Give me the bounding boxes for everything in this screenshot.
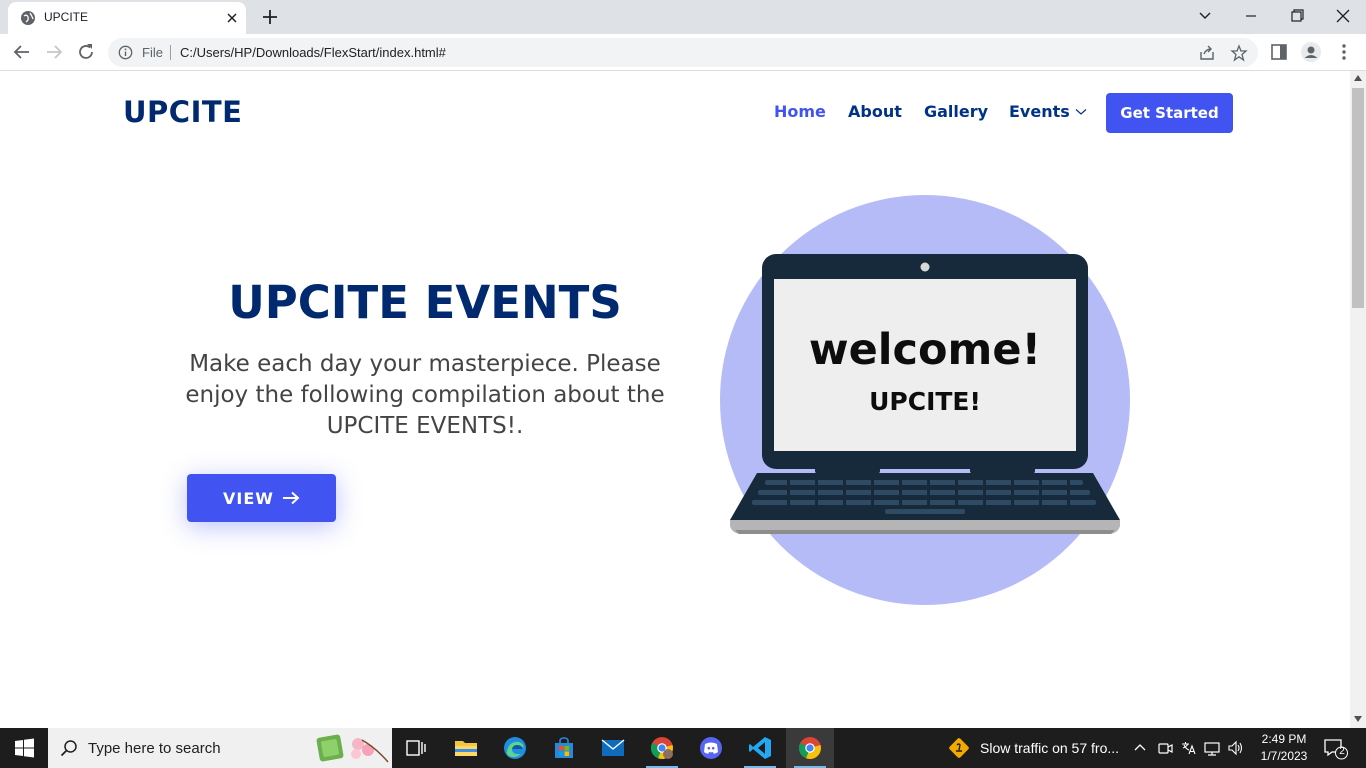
action-center-button[interactable]: 2 <box>1322 736 1348 760</box>
close-icon[interactable] <box>224 10 240 26</box>
store-bag-icon <box>555 737 573 758</box>
site-logo[interactable]: UPCITE <box>123 95 242 129</box>
get-started-button[interactable]: Get Started <box>1106 93 1233 133</box>
browser-tab[interactable]: UPCITE <box>8 2 246 34</box>
page-viewport: UPCITE Home About Gallery Events Get Sta… <box>0 71 1350 728</box>
chevron-down-icon[interactable] <box>1192 4 1218 28</box>
chrome-logo-icon <box>798 737 821 760</box>
page-scrollbar[interactable] <box>1350 71 1366 728</box>
clock-time: 2:49 PM <box>1261 732 1307 746</box>
scroll-down-arrow-icon[interactable] <box>1354 716 1362 722</box>
system-clock[interactable]: 2:49 PM 1/7/2023 <box>1252 731 1316 765</box>
restore-icon[interactable] <box>1284 4 1310 28</box>
mail-icon[interactable] <box>589 728 637 768</box>
hero-title: UPCITE EVENTS <box>228 276 622 329</box>
window-close-icon[interactable] <box>1330 4 1356 28</box>
scrollbar-thumb[interactable] <box>1352 88 1364 308</box>
nav-events-dropdown[interactable]: Events <box>1009 102 1087 121</box>
minimize-icon[interactable] <box>1238 4 1264 28</box>
screen-welcome-heading: welcome! <box>808 325 1042 375</box>
windows-start-icon[interactable] <box>0 728 48 768</box>
nav-events-label: Events <box>1009 102 1070 121</box>
vscode-icon[interactable] <box>736 728 784 768</box>
chrome-active-icon[interactable] <box>786 728 834 768</box>
screen-upcite-subheading: UPCITE! <box>869 387 981 416</box>
forward-arrow-icon[interactable] <box>43 41 65 63</box>
tab-title: UPCITE <box>44 10 89 24</box>
task-view-icon[interactable] <box>392 728 440 768</box>
chevron-down-icon <box>1075 108 1087 115</box>
url-text[interactable]: C:/Users/HP/Downloads/FlexStart/index.ht… <box>180 45 446 60</box>
edge-browser-icon[interactable] <box>491 728 539 768</box>
volume-icon[interactable] <box>1227 739 1243 757</box>
discord-logo-icon <box>700 737 722 759</box>
taskbar-search-box[interactable]: Type here to search <box>48 728 392 768</box>
traffic-news-text: Slow traffic on 57 fro... <box>980 740 1120 756</box>
back-arrow-icon[interactable] <box>11 41 33 63</box>
traffic-warning-icon <box>949 738 969 758</box>
browser-toolbar: File C:/Users/HP/Downloads/FlexStart/ind… <box>0 34 1366 71</box>
new-tab-button[interactable] <box>258 5 282 29</box>
more-menu-icon[interactable] <box>1333 41 1355 63</box>
view-button[interactable]: VIEW <box>187 474 336 522</box>
globe-icon <box>21 11 35 25</box>
scroll-up-arrow-icon[interactable] <box>1354 75 1362 81</box>
file-explorer-icon[interactable] <box>442 728 490 768</box>
hero-subtitle: Make each day your masterpiece. Please e… <box>185 351 665 439</box>
language-input-icon[interactable] <box>1180 739 1196 757</box>
nav-about[interactable]: About <box>848 102 902 121</box>
bookmark-star-icon[interactable] <box>1230 44 1248 62</box>
chrome-logo-icon <box>650 737 673 760</box>
vscode-logo-icon <box>749 737 771 759</box>
browser-tab-strip: UPCITE <box>0 0 1366 34</box>
clock-date: 1/7/2023 <box>1260 749 1308 763</box>
search-highlight-illustration-icon <box>316 734 389 763</box>
traffic-news-widget[interactable]: Slow traffic on 57 fro... <box>948 728 1119 768</box>
info-icon[interactable] <box>118 45 133 60</box>
folder-icon <box>455 741 477 756</box>
chevron-up-icon[interactable] <box>1132 739 1148 757</box>
view-button-label: VIEW <box>223 488 274 508</box>
network-icon[interactable] <box>1204 739 1220 757</box>
profile-avatar-icon[interactable] <box>1300 41 1322 63</box>
arrow-right-icon <box>282 491 300 505</box>
notification-count: 2 <box>1339 746 1345 757</box>
nav-home[interactable]: Home <box>774 102 826 121</box>
search-icon <box>60 740 77 757</box>
edge-logo-icon <box>504 737 526 759</box>
share-icon[interactable] <box>1198 44 1216 62</box>
chrome-user-icon[interactable] <box>638 728 686 768</box>
task-view-glyph-icon <box>406 740 426 756</box>
windows-taskbar: Type here to search Slow traffic on 57 f… <box>0 728 1366 768</box>
discord-icon[interactable] <box>687 728 735 768</box>
reload-icon[interactable] <box>75 41 97 63</box>
url-divider <box>170 45 171 60</box>
search-placeholder: Type here to search <box>88 740 221 757</box>
envelope-icon <box>601 739 625 756</box>
microsoft-store-icon[interactable] <box>540 728 588 768</box>
nav-gallery[interactable]: Gallery <box>924 102 988 121</box>
meet-now-icon[interactable] <box>1157 739 1173 757</box>
side-panel-icon[interactable] <box>1268 41 1290 63</box>
url-scheme-label: File <box>142 45 163 60</box>
address-bar[interactable]: File C:/Users/HP/Downloads/FlexStart/ind… <box>108 38 1258 67</box>
